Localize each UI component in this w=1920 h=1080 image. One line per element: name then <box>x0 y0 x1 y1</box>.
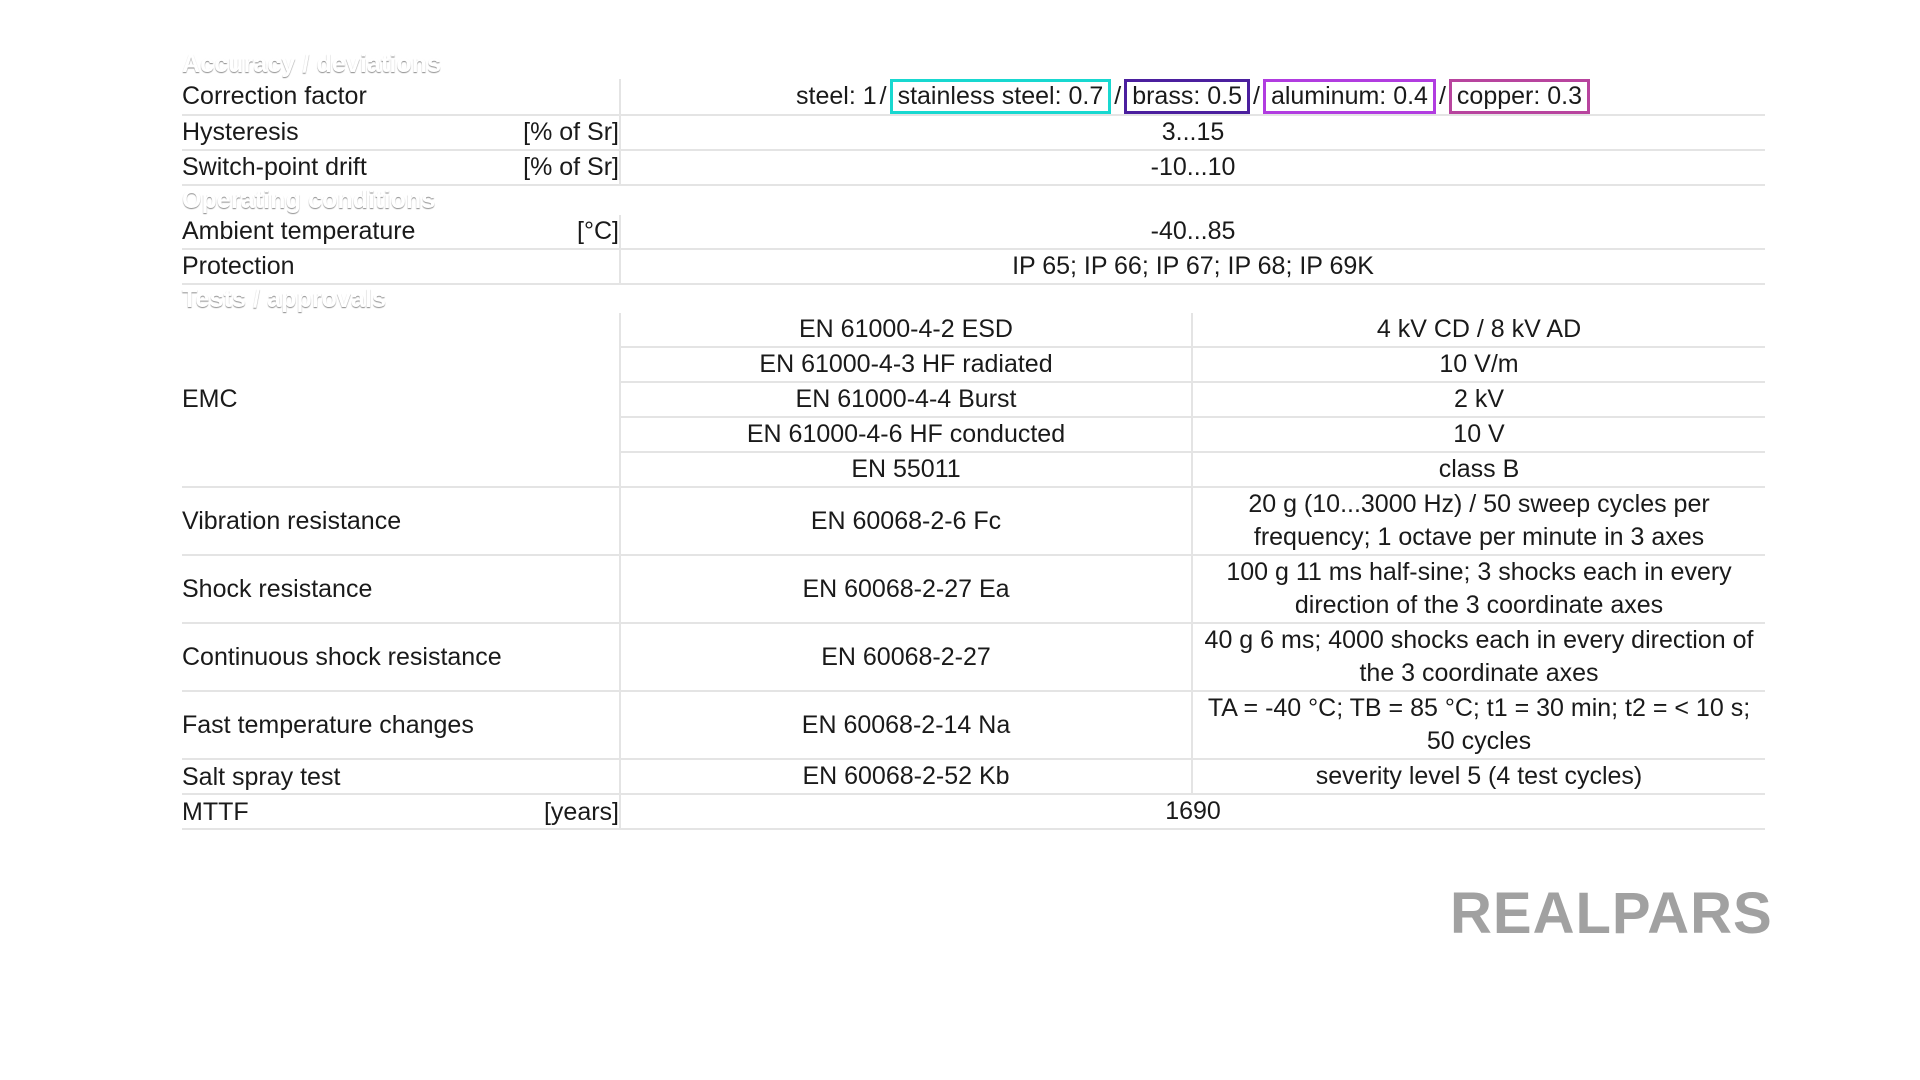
row-label-correction-factor: Correction factor <box>182 78 447 116</box>
row-label-protection: Protection <box>182 248 447 285</box>
section-header-tests-approvals-label: Tests / approvals <box>182 283 1766 314</box>
correction-factor-separator-3: / <box>1252 81 1260 110</box>
table-row: EMC EN 61000-4-2 ESD 4 kV CD / 8 kV AD <box>182 313 1766 489</box>
row-value-mttf: 1690 <box>620 794 1766 831</box>
table-row: Shock resistance EN 60068-2-27 Ea 100 g … <box>182 555 1766 625</box>
row-standard-emc-hf-radiated: EN 61000-4-3 HF radiated <box>620 347 1193 384</box>
row-value-correction-factor: steel: 1/stainless steel: 0.7/brass: 0.5… <box>620 78 1766 116</box>
row-value-salt-spray-test: severity level 5 (4 test cycles) <box>1192 759 1766 796</box>
row-label-switch-point-drift: Switch-point drift <box>182 149 447 186</box>
correction-factor-separator-1: / <box>879 81 887 110</box>
row-value-continuous-shock-resistance: 40 g 6 ms; 4000 shocks each in every dir… <box>1192 623 1766 693</box>
row-value-emc-en-55011: class B <box>1192 452 1766 489</box>
row-standard-vibration-resistance: EN 60068-2-6 Fc <box>620 487 1193 557</box>
table-row: Vibration resistance EN 60068-2-6 Fc 20 … <box>182 487 1766 557</box>
correction-factor-aluminum-highlight: aluminum: 0.4 <box>1262 78 1436 114</box>
section-header-accuracy-label: Accuracy / deviations <box>182 50 1766 79</box>
row-value-emc-hf-radiated: 10 V/m <box>1192 347 1766 384</box>
section-header-operating-conditions-label: Operating conditions <box>182 184 1766 215</box>
row-label-shock-resistance: Shock resistance <box>182 555 621 625</box>
row-standard-emc-en-55011: EN 55011 <box>620 452 1193 489</box>
row-standard-fast-temperature-changes: EN 60068-2-14 Na <box>620 691 1193 761</box>
row-unit-mttf: [years] <box>447 794 621 831</box>
row-value-protection: IP 65; IP 66; IP 67; IP 68; IP 69K <box>620 248 1766 285</box>
row-value-hysteresis: 3...15 <box>620 114 1766 151</box>
row-label-continuous-shock-resistance: Continuous shock resistance <box>182 623 621 693</box>
table-row: Ambient temperature [°C] -40...85 <box>182 214 1766 250</box>
row-value-emc-burst: 2 kV <box>1192 382 1766 419</box>
section-header-tests-approvals: Tests / approvals <box>182 283 1766 314</box>
row-unit-ambient-temperature: [°C] <box>447 214 621 250</box>
table-row: Protection IP 65; IP 66; IP 67; IP 68; I… <box>182 248 1766 285</box>
row-value-fast-temperature-changes: TA = -40 °C; TB = 85 °C; t1 = 30 min; t2… <box>1192 691 1766 761</box>
specification-sheet-page: REALPARS Accuracy / deviations Correctio… <box>0 0 1920 1080</box>
row-value-emc-hf-conducted: 10 V <box>1192 417 1766 454</box>
table-row: Salt spray test EN 60068-2-52 Kb severit… <box>182 759 1766 796</box>
row-standard-emc-esd: EN 61000-4-2 ESD <box>620 313 1193 349</box>
correction-factor-steel: steel: 1 <box>796 81 877 110</box>
row-label-salt-spray-test: Salt spray test <box>182 759 621 796</box>
table-row: Correction factor steel: 1/stainless ste… <box>182 78 1766 116</box>
row-label-fast-temperature-changes: Fast temperature changes <box>182 691 621 761</box>
correction-factor-separator-4: / <box>1438 81 1446 110</box>
row-value-switch-point-drift: -10...10 <box>620 149 1766 186</box>
correction-factor-stainless-steel-highlight: stainless steel: 0.7 <box>889 78 1112 114</box>
row-value-ambient-temperature: -40...85 <box>620 214 1766 250</box>
row-value-emc-esd: 4 kV CD / 8 kV AD <box>1192 313 1766 349</box>
realpars-watermark: REALPARS <box>1450 881 1773 946</box>
row-unit-switch-point-drift: [% of Sr] <box>447 149 621 186</box>
row-label-ambient-temperature: Ambient temperature <box>182 214 447 250</box>
correction-factor-separator-2: / <box>1114 81 1122 110</box>
row-standard-continuous-shock-resistance: EN 60068-2-27 <box>620 623 1193 693</box>
row-standard-emc-burst: EN 61000-4-4 Burst <box>620 382 1193 419</box>
row-unit-correction-factor <box>447 78 621 116</box>
row-unit-hysteresis: [% of Sr] <box>447 114 621 151</box>
table-row: Switch-point drift [% of Sr] -10...10 <box>182 149 1766 186</box>
row-unit-protection <box>447 248 621 285</box>
table-row: Fast temperature changes EN 60068-2-14 N… <box>182 691 1766 761</box>
row-label-emc: EMC <box>182 313 621 489</box>
row-label-hysteresis: Hysteresis <box>182 114 447 151</box>
row-label-mttf: MTTF <box>182 794 447 831</box>
row-label-vibration-resistance: Vibration resistance <box>182 487 621 557</box>
table-row: Hysteresis [% of Sr] 3...15 <box>182 114 1766 151</box>
table-row: MTTF [years] 1690 <box>182 794 1766 831</box>
section-header-operating-conditions: Operating conditions <box>182 184 1766 215</box>
specifications-table: Accuracy / deviations Correction factor … <box>182 50 1766 831</box>
row-value-shock-resistance: 100 g 11 ms half-sine; 3 shocks each in … <box>1192 555 1766 625</box>
row-standard-shock-resistance: EN 60068-2-27 Ea <box>620 555 1193 625</box>
table-row: Continuous shock resistance EN 60068-2-2… <box>182 623 1766 693</box>
correction-factor-brass-highlight: brass: 0.5 <box>1124 78 1250 114</box>
row-standard-emc-hf-conducted: EN 61000-4-6 HF conducted <box>620 417 1193 454</box>
section-header-accuracy: Accuracy / deviations <box>182 50 1766 79</box>
row-standard-salt-spray-test: EN 60068-2-52 Kb <box>620 759 1193 796</box>
row-value-vibration-resistance: 20 g (10...3000 Hz) / 50 sweep cycles pe… <box>1192 487 1766 557</box>
correction-factor-copper-highlight: copper: 0.3 <box>1448 78 1591 114</box>
